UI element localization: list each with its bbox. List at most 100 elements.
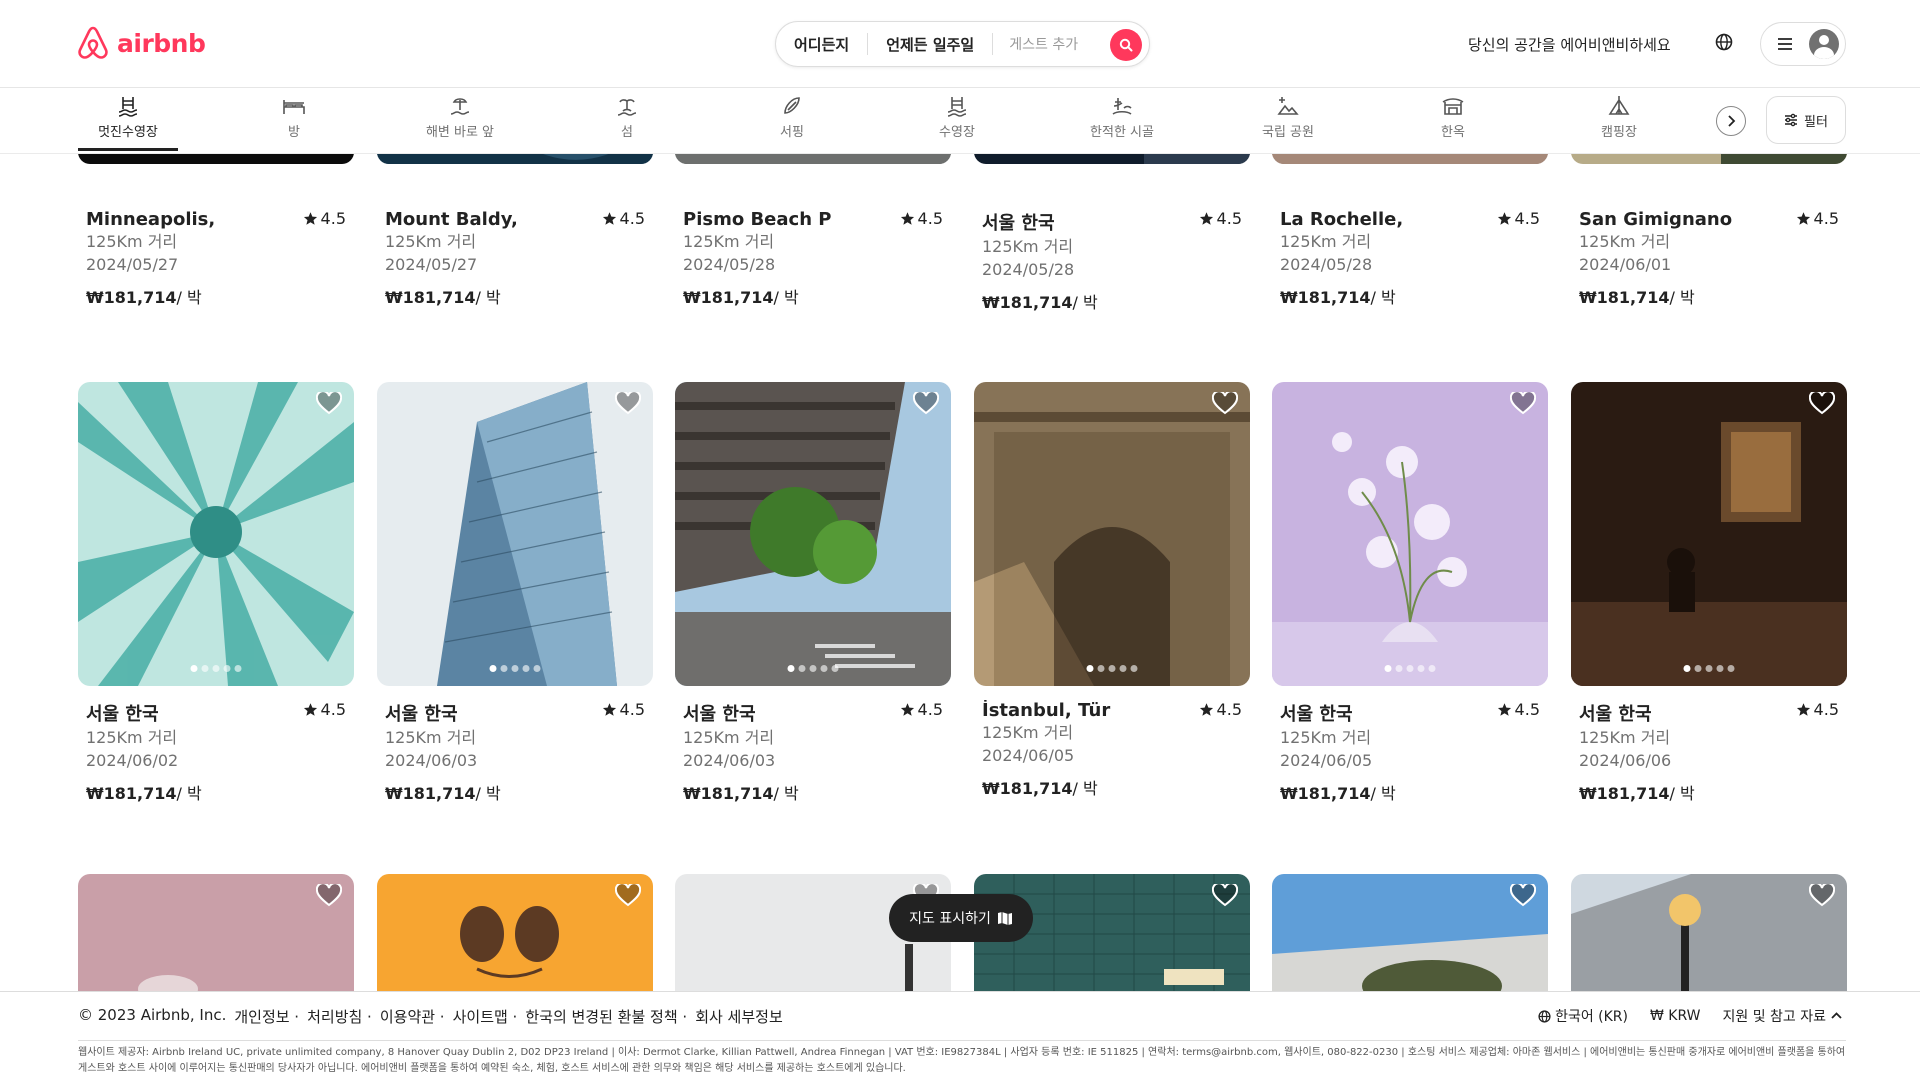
listing-photo[interactable] bbox=[1272, 382, 1548, 686]
category-item[interactable]: 한적한 시골 bbox=[1072, 94, 1172, 140]
support-resources-button[interactable]: 지원 및 참고 자료 bbox=[1722, 1006, 1842, 1026]
globe-icon[interactable] bbox=[1715, 33, 1733, 55]
photo-pagination-dots[interactable] bbox=[1683, 665, 1735, 672]
category-item[interactable]: 한옥 bbox=[1403, 94, 1503, 140]
footer-link[interactable]: 사이트맵 · bbox=[453, 1006, 518, 1027]
listing-photo[interactable] bbox=[675, 382, 951, 686]
footer-link[interactable]: 한국의 변경된 환불 정책 · bbox=[525, 1006, 687, 1027]
currency-selector[interactable]: ₩ KRW bbox=[1650, 1008, 1700, 1024]
footer-link[interactable]: 개인정보 · bbox=[234, 1006, 299, 1027]
listing-price: ₩181,714/ 박 bbox=[385, 780, 645, 804]
photo-pagination-dots[interactable] bbox=[787, 665, 839, 672]
price-amount: ₩181,714 bbox=[86, 784, 177, 803]
category-item[interactable]: 수영장 bbox=[907, 94, 1007, 140]
listing-price: ₩181,714/ 박 bbox=[86, 284, 346, 308]
footer-link[interactable]: 이용약관 · bbox=[380, 1006, 445, 1027]
category-item[interactable]: 섬 bbox=[577, 94, 677, 140]
listing-photo[interactable] bbox=[377, 874, 653, 994]
user-menu-button[interactable] bbox=[1760, 22, 1846, 66]
listing-date: 2024/06/02 bbox=[86, 751, 179, 770]
listing-card[interactable] bbox=[78, 874, 354, 994]
price-unit: / 박 bbox=[475, 288, 501, 307]
wishlist-heart-button[interactable] bbox=[1509, 882, 1537, 912]
heart-icon bbox=[1509, 390, 1537, 415]
footer-legal-text: 웹사이트 제공자: Airbnb Ireland UC, private unl… bbox=[78, 1047, 1846, 1074]
listing-card[interactable]: İstanbul, Tür 4.5 125Km 거리 2024/06/05 ₩181,7… bbox=[974, 382, 1250, 810]
support-label: 지원 및 참고 자료 bbox=[1722, 1009, 1826, 1025]
language-selector[interactable]: 한국어 (KR) bbox=[1538, 1006, 1628, 1026]
listing-price: ₩181,714/ 박 bbox=[385, 284, 645, 308]
rating-value: 4.5 bbox=[619, 209, 645, 228]
photo-pagination-dots[interactable] bbox=[1086, 665, 1138, 672]
listing-photo[interactable] bbox=[1571, 382, 1847, 686]
wishlist-heart-button[interactable] bbox=[1808, 390, 1836, 420]
wishlist-heart-button[interactable] bbox=[1211, 882, 1239, 912]
listing-price: ₩181,714/ 박 bbox=[1579, 284, 1839, 308]
listing-date: 2024/06/06 bbox=[1579, 751, 1672, 770]
category-next-button[interactable] bbox=[1716, 106, 1746, 136]
listing-photo[interactable] bbox=[377, 382, 653, 686]
search-bar[interactable]: 어디든지 언제든 일주일 게스트 추가 bbox=[775, 21, 1150, 67]
listing-date: 2024/05/28 bbox=[1280, 255, 1373, 274]
category-item[interactable]: 캠핑장 bbox=[1569, 94, 1669, 140]
listing-price: ₩181,714/ 박 bbox=[1280, 284, 1540, 308]
menu-icon bbox=[1778, 38, 1792, 50]
search-where[interactable]: 어디든지 bbox=[776, 34, 867, 55]
listing-card[interactable]: 서울 한국 4.5 125Km 거리 2024/06/05 ₩181,714/ 박 bbox=[1272, 382, 1548, 810]
photo-pagination-dots[interactable] bbox=[1384, 665, 1436, 672]
listing-photo[interactable] bbox=[78, 874, 354, 994]
wishlist-heart-button[interactable] bbox=[614, 390, 642, 420]
category-item[interactable]: 국립 공원 bbox=[1238, 94, 1338, 140]
star-icon bbox=[1796, 212, 1810, 225]
wishlist-heart-button[interactable] bbox=[315, 390, 343, 420]
footer-copyright: © 2023 Airbnb, Inc. bbox=[78, 1006, 227, 1024]
listing-title: Pismo Beach P bbox=[683, 209, 832, 230]
listing-card[interactable]: 서울 한국 4.5 125Km 거리 2024/06/03 ₩181,714/ 박 bbox=[675, 382, 951, 810]
listing-card[interactable]: 서울 한국 4.5 125Km 거리 2024/06/06 ₩181,714/ 박 bbox=[1571, 382, 1847, 810]
wishlist-heart-button[interactable] bbox=[614, 882, 642, 912]
search-guests[interactable]: 게스트 추가 bbox=[993, 34, 1078, 54]
listing-card[interactable] bbox=[1272, 874, 1548, 994]
airbnb-logo[interactable]: airbnb bbox=[77, 26, 206, 60]
photo-pagination-dots[interactable] bbox=[190, 665, 242, 672]
price-unit: / 박 bbox=[1669, 784, 1695, 803]
search-when[interactable]: 언제든 일주일 bbox=[868, 34, 992, 55]
category-item[interactable]: 서핑 bbox=[742, 94, 842, 140]
active-category-indicator bbox=[78, 148, 178, 151]
show-map-button[interactable]: 지도 표시하기 bbox=[889, 894, 1033, 942]
host-link[interactable]: 당신의 공간을 에어비앤비하세요 bbox=[1468, 34, 1671, 55]
wishlist-heart-button[interactable] bbox=[912, 390, 940, 420]
filter-button[interactable]: 필터 bbox=[1766, 96, 1846, 144]
footer-link[interactable]: 회사 세부정보 bbox=[695, 1006, 783, 1027]
wishlist-heart-button[interactable] bbox=[1509, 390, 1537, 420]
category-item[interactable]: 방 bbox=[244, 94, 344, 140]
price-unit: / 박 bbox=[176, 288, 202, 307]
category-item[interactable]: 해변 바로 앞 bbox=[410, 94, 510, 140]
price-amount: ₩181,714 bbox=[683, 288, 774, 307]
listing-photo[interactable] bbox=[974, 382, 1250, 686]
wishlist-heart-button[interactable] bbox=[1808, 882, 1836, 912]
search-icon bbox=[1119, 38, 1133, 52]
footer-link[interactable]: 처리방침 · bbox=[307, 1006, 372, 1027]
listing-card[interactable] bbox=[377, 874, 653, 994]
listing-card[interactable] bbox=[1571, 874, 1847, 994]
listing-card[interactable]: 서울 한국 4.5 125Km 거리 2024/06/03 ₩181,714/ 박 bbox=[377, 382, 653, 810]
listing-info: 서울 한국 4.5 125Km 거리 2024/06/03 ₩181,714/ 박 bbox=[385, 700, 645, 804]
rating-value: 4.5 bbox=[1813, 209, 1839, 228]
listing-photo[interactable] bbox=[78, 382, 354, 686]
listing-price: ₩181,714/ 박 bbox=[982, 775, 1242, 799]
listing-photo[interactable] bbox=[1272, 874, 1548, 994]
photo-pagination-dots[interactable] bbox=[489, 665, 541, 672]
wishlist-heart-button[interactable] bbox=[315, 882, 343, 912]
wishlist-heart-button[interactable] bbox=[1211, 390, 1239, 420]
listing-info: 서울 한국 4.5 125Km 거리 2024/06/06 ₩181,714/ 박 bbox=[1579, 700, 1839, 804]
category-item[interactable]: 멋진수영장 bbox=[78, 94, 178, 140]
search-button[interactable] bbox=[1110, 29, 1142, 61]
language-label: 한국어 (KR) bbox=[1555, 1009, 1628, 1025]
heart-icon bbox=[912, 390, 940, 415]
listing-info: San Gimignano 4.5 125Km 거리 2024/06/01 ₩181,7… bbox=[1579, 209, 1839, 308]
listing-card[interactable]: 서울 한국 4.5 125Km 거리 2024/06/02 ₩181,714/ 박 bbox=[78, 382, 354, 810]
filter-label: 필터 bbox=[1804, 114, 1828, 130]
listing-date: 2024/05/28 bbox=[683, 255, 776, 274]
listing-photo[interactable] bbox=[1571, 874, 1847, 994]
